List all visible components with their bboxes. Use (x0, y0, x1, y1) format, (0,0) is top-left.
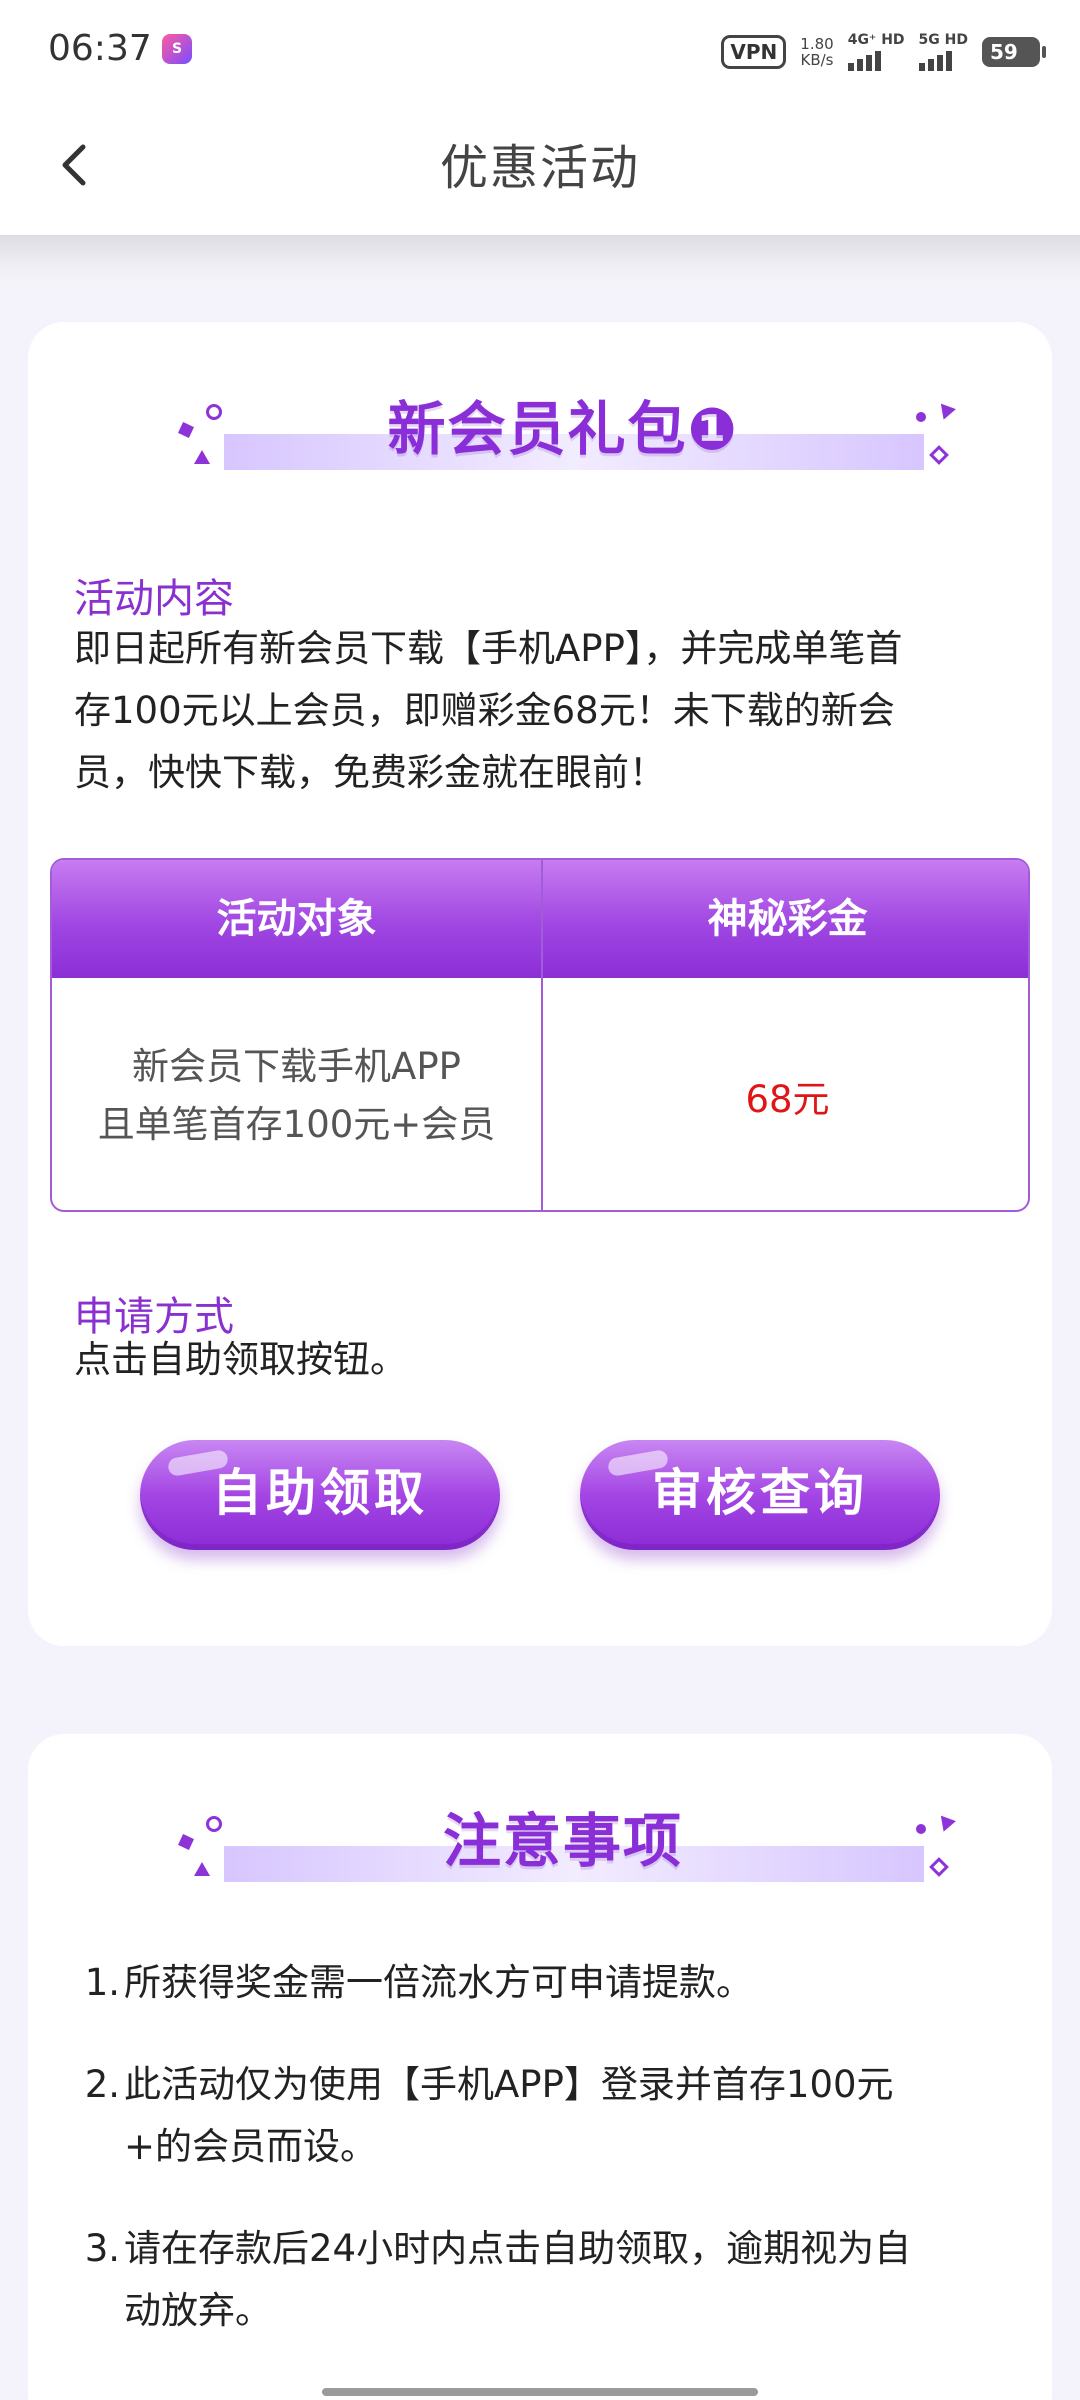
table-cell-target: 新会员下载手机APP 且单笔首存100元+会员 (52, 978, 541, 1210)
status-bar: 06:37 S VPN 1.80 KB/s 4G⁺ HD 5G HD 59 (0, 0, 1080, 100)
status-icons: VPN 1.80 KB/s 4G⁺ HD 5G HD 59 (721, 30, 1046, 74)
note-line: 请在存款后24小时内点击自助领取，逾期视为自 (124, 2227, 912, 2270)
table-cell-line: 且单笔首存100元+会员 (97, 1103, 496, 1146)
status-time: 06:37 (48, 28, 152, 69)
signal-1-icon (847, 49, 881, 71)
promo-card: 新会员礼包❶ 活动内容 即日起所有新会员下载【手机APP】，并完成单笔首 存10… (28, 322, 1052, 1646)
content-line: 即日起所有新会员下载【手机APP】，并完成单笔首 (74, 627, 903, 670)
content-line: 员，快快下载，免费彩金就在眼前！ (74, 751, 666, 794)
note-item: 3. 请在存款后24小时内点击自助领取，逾期视为自 动放弃。 (74, 2218, 1034, 2342)
notes-banner: 注意事项 (168, 1794, 958, 1894)
signal-2: 5G HD (918, 32, 968, 71)
apply-text: 点击自助领取按钮。 (74, 1338, 407, 1381)
review-query-button[interactable]: 审核查询 (580, 1440, 940, 1550)
nav-divider-shadow (0, 235, 1080, 285)
table-header-target: 活动对象 (52, 860, 541, 978)
home-indicator[interactable] (322, 2388, 758, 2396)
table-cell-line: 新会员下载手机APP (132, 1045, 461, 1088)
content-line: 存100元以上会员，即赠彩金68元！未下载的新会 (74, 689, 895, 732)
signal-1: 4G⁺ HD (847, 32, 905, 71)
page-title: 优惠活动 (439, 140, 640, 196)
note-text: 此活动仅为使用【手机APP】登录并首存100元 +的会员而设。 (124, 2054, 1034, 2178)
notes-title: 注意事项 (442, 1807, 683, 1875)
note-item: 2. 此活动仅为使用【手机APP】登录并首存100元 +的会员而设。 (74, 2054, 1034, 2178)
signal-1-label: 4G⁺ HD (847, 32, 905, 48)
table-header-bonus: 神秘彩金 (543, 860, 1028, 978)
note-number: 1. (84, 1961, 120, 2004)
promo-table: 活动对象 神秘彩金 新会员下载手机APP 且单笔首存100元+会员 68元 (50, 858, 1030, 1212)
content-text: 即日起所有新会员下载【手机APP】，并完成单笔首 存100元以上会员，即赠彩金6… (74, 618, 1044, 804)
promo-title: 新会员礼包❶ (387, 395, 739, 463)
network-speed: 1.80 KB/s (800, 36, 833, 68)
note-text: 所获得奖金需一倍流水方可申请提款。 (124, 1952, 1034, 2014)
vpn-badge: VPN (721, 35, 787, 69)
note-text: 请在存款后24小时内点击自助领取，逾期视为自 动放弃。 (124, 2218, 1034, 2342)
note-line: 此活动仅为使用【手机APP】登录并首存100元 (124, 2063, 894, 2106)
battery-icon: 59 (982, 37, 1046, 67)
nav-bar: 优惠活动 (0, 100, 1080, 235)
notes-card: 注意事项 1. 所获得奖金需一倍流水方可申请提款。 2. 此活动仅为使用【手机A… (28, 1734, 1052, 2400)
note-number: 3. (84, 2227, 120, 2270)
note-number: 2. (84, 2063, 120, 2106)
table-cell-bonus: 68元 (745, 1078, 830, 1121)
battery-level: 59 (990, 40, 1018, 64)
self-claim-button[interactable]: 自助领取 (140, 1440, 500, 1550)
promo-banner: 新会员礼包❶ (168, 382, 958, 482)
note-line: +的会员而设。 (124, 2125, 378, 2168)
signal-2-icon (918, 49, 952, 71)
note-line: 动放弃。 (124, 2289, 272, 2332)
note-item: 1. 所获得奖金需一倍流水方可申请提款。 (74, 1952, 1034, 2014)
content-label: 活动内容 (74, 576, 234, 622)
app-badge-icon: S (162, 34, 192, 64)
network-speed-unit: KB/s (800, 51, 834, 69)
signal-2-label: 5G HD (918, 32, 968, 48)
note-line: 所获得奖金需一倍流水方可申请提款。 (124, 1961, 753, 2004)
network-speed-value: 1.80 (800, 35, 834, 53)
